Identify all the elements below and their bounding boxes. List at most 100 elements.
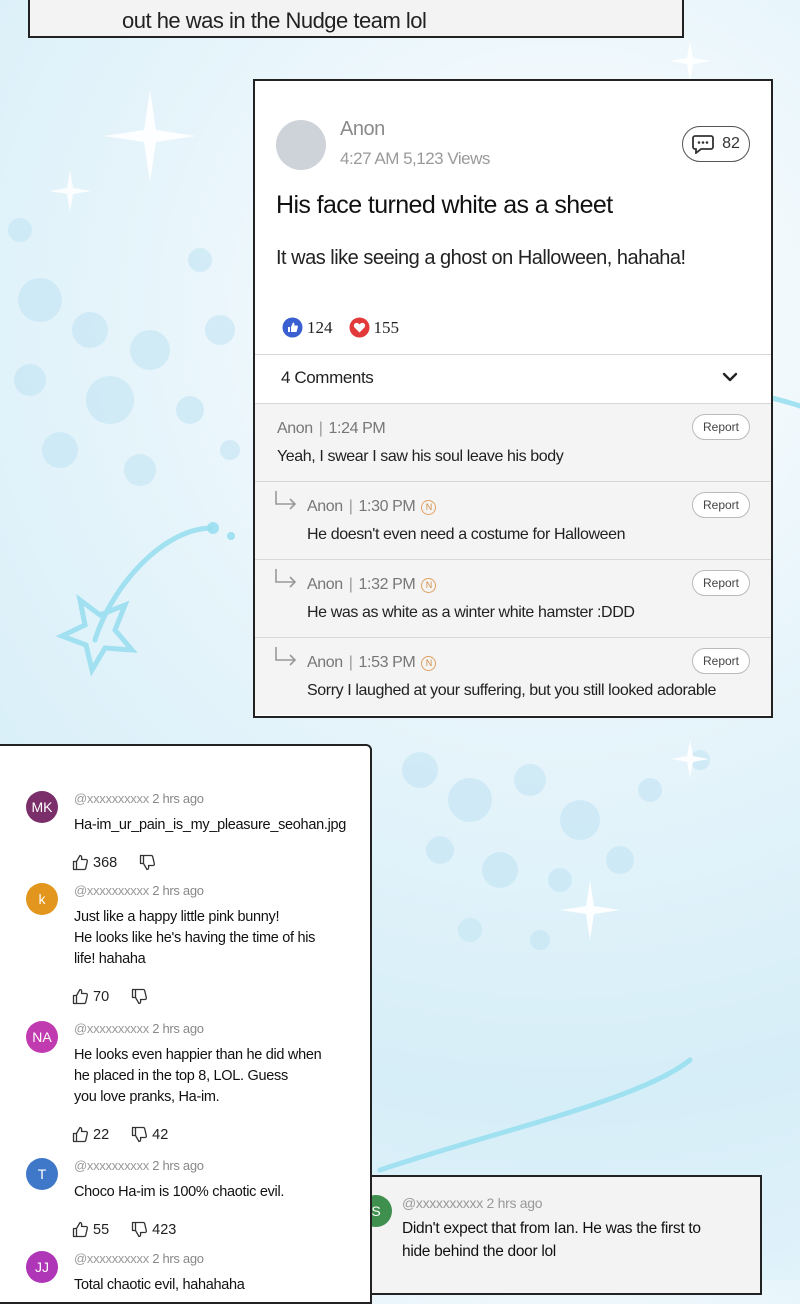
- avatar: k: [26, 883, 58, 915]
- thumbs-up-icon: [72, 988, 89, 1005]
- comment-meta: Anon | 1:24 PM: [277, 420, 386, 438]
- comment-line: He looks even happier than he did when: [74, 1047, 322, 1063]
- post-comment: Anon | 1:32 PM N He was as white as a winter…: [255, 559, 771, 637]
- comment-header: @xxxxxxxxxx 2 hrs ago: [74, 1158, 204, 1173]
- comment-body: Choco Ha-im is 100% chaotic evil.: [74, 1182, 354, 1203]
- downvote-count: 42: [152, 1126, 169, 1143]
- comment-meta: Anon | 1:30 PM N: [307, 498, 437, 516]
- comment-line: life! hahaha: [74, 951, 146, 967]
- comment-time: 2 hrs ago: [152, 1251, 204, 1266]
- reply-arrow-icon: [275, 569, 297, 588]
- reader-comment-card: S @xxxxxxxxxx 2 hrs ago Didn't expect th…: [370, 1175, 762, 1295]
- comment-author: Anon: [277, 420, 313, 437]
- new-badge: N: [421, 577, 437, 593]
- downvote-button[interactable]: 423: [131, 1221, 176, 1238]
- comment-header: @xxxxxxxxxx 2 hrs ago: [74, 883, 204, 898]
- meta-separator: |: [318, 420, 323, 437]
- chevron-down-icon: [722, 372, 738, 382]
- thumbs-down-icon: [131, 988, 148, 1005]
- post-comment: Anon | 1:53 PM N Sorry I laughed at your suf…: [255, 637, 771, 715]
- comment-line: Ha-im_ur_pain_is_my_pleasure_seohan.jpg: [74, 817, 347, 833]
- author-avatar: [276, 120, 326, 170]
- post-body: It was like seeing a ghost on Halloween,…: [276, 247, 686, 269]
- thumbs-down-icon: [140, 854, 156, 871]
- meta-separator: |: [348, 498, 353, 515]
- comment-line: Just like a happy little pink bunny!: [74, 909, 280, 925]
- comment-text: He doesn't even need a costume for Hallo…: [307, 526, 626, 543]
- report-button[interactable]: Report: [692, 492, 750, 518]
- comment-line: He looks like he's having the time of hi…: [74, 930, 316, 946]
- thumbs-down-icon: [131, 1126, 148, 1143]
- comments-count-label: 4 Comments: [281, 368, 374, 387]
- comment-count-button[interactable]: 82: [682, 126, 750, 162]
- upvote-button[interactable]: 55: [72, 1221, 109, 1238]
- post-card: Anon 4:27 AM 5,123 Views 82 His face tur…: [253, 79, 773, 718]
- comment-time: 2 hrs ago: [152, 883, 204, 898]
- reply-arrow-icon: [275, 491, 297, 510]
- report-button[interactable]: Report: [692, 570, 750, 596]
- new-badge: N: [421, 499, 437, 515]
- upvote-count: 22: [93, 1126, 110, 1143]
- comment-author: Anon: [307, 654, 343, 671]
- comment-header: @xxxxxxxxxx 2 hrs ago: [74, 791, 204, 806]
- comment-handle: @xxxxxxxxxx: [74, 1251, 149, 1266]
- comment-line: hide behind the door lol: [402, 1243, 556, 1260]
- like-reaction[interactable]: 124: [282, 317, 333, 338]
- comment-line: he placed in the top 8, LOL. Guess: [74, 1068, 288, 1084]
- vote-bar: 70: [72, 988, 174, 1005]
- comment-handle: @xxxxxxxxxx: [74, 1158, 149, 1173]
- comment-time: 1:32 PM: [358, 576, 416, 593]
- meta-separator: |: [348, 576, 353, 593]
- comment-header: @xxxxxxxxxx 2 hrs ago: [402, 1195, 543, 1211]
- previous-post-text: out he was in the Nudge team lol: [122, 8, 427, 33]
- comment-line: Choco Ha-im is 100% chaotic evil.: [74, 1184, 285, 1200]
- comment-time: 1:24 PM: [328, 420, 386, 437]
- comment-body: Didn't expect that from Ian. He was the …: [402, 1217, 742, 1263]
- comment-time: 2 hrs ago: [152, 791, 204, 806]
- thumbs-up-icon: [72, 1126, 89, 1143]
- comment-body: Total chaotic evil, hahahaha: [74, 1275, 354, 1296]
- reader-comments-panel: MK @xxxxxxxxxx 2 hrs ago Ha-im_ur_pain_is_…: [0, 744, 372, 1304]
- post-comment: Anon | 1:24 PM Yeah, I swear I saw his soul…: [255, 403, 771, 481]
- avatar: NA: [26, 1021, 58, 1053]
- avatar: S: [372, 1195, 392, 1227]
- downvote-count: 423: [152, 1221, 177, 1238]
- avatar: JJ: [26, 1251, 58, 1283]
- comment-handle: @xxxxxxxxxx: [74, 791, 149, 806]
- reply-arrow-icon: [275, 647, 297, 666]
- upvote-button[interactable]: 22: [72, 1126, 109, 1143]
- upvote-button[interactable]: 368: [72, 854, 117, 871]
- report-button[interactable]: Report: [692, 414, 750, 440]
- downvote-button[interactable]: [131, 988, 152, 1005]
- like-count: 124: [307, 317, 333, 337]
- comment-text: Sorry I laughed at your suffering, but y…: [307, 682, 717, 699]
- vote-bar: 22 42: [72, 1126, 190, 1143]
- comment-body: He looks even happier than he did when he…: [74, 1045, 354, 1108]
- thumbs-up-icon: [282, 317, 303, 338]
- comment-count: 82: [722, 135, 740, 152]
- report-button[interactable]: Report: [692, 648, 750, 674]
- chat-bubble-icon: [692, 135, 714, 154]
- avatar: MK: [26, 791, 58, 823]
- reaction-bar: 124 155: [282, 317, 415, 338]
- comment-time: 1:53 PM: [358, 654, 416, 671]
- upvote-count: 70: [93, 988, 110, 1005]
- comment-author: Anon: [307, 576, 343, 593]
- comments-toggle[interactable]: 4 Comments: [255, 354, 771, 402]
- vote-bar: 368: [72, 854, 182, 871]
- downvote-button[interactable]: 42: [131, 1126, 168, 1143]
- previous-post-card: out he was in the Nudge team lol: [28, 0, 684, 38]
- comment-body: Just like a happy little pink bunny! He l…: [74, 907, 354, 970]
- thumbs-down-icon: [131, 1221, 148, 1238]
- comment-handle: @xxxxxxxxxx: [74, 883, 149, 898]
- thumbs-up-icon: [72, 854, 89, 871]
- comment-line: Didn't expect that from Ian. He was the …: [402, 1220, 701, 1237]
- downvote-button[interactable]: [139, 854, 160, 871]
- post-author: Anon: [340, 118, 385, 140]
- comment-meta: Anon | 1:53 PM N: [307, 654, 437, 672]
- comment-header: @xxxxxxxxxx 2 hrs ago: [74, 1251, 204, 1266]
- upvote-button[interactable]: 70: [72, 988, 109, 1005]
- thumbs-up-icon: [72, 1221, 89, 1238]
- new-badge: N: [421, 655, 437, 671]
- heart-reaction[interactable]: 155: [349, 317, 399, 338]
